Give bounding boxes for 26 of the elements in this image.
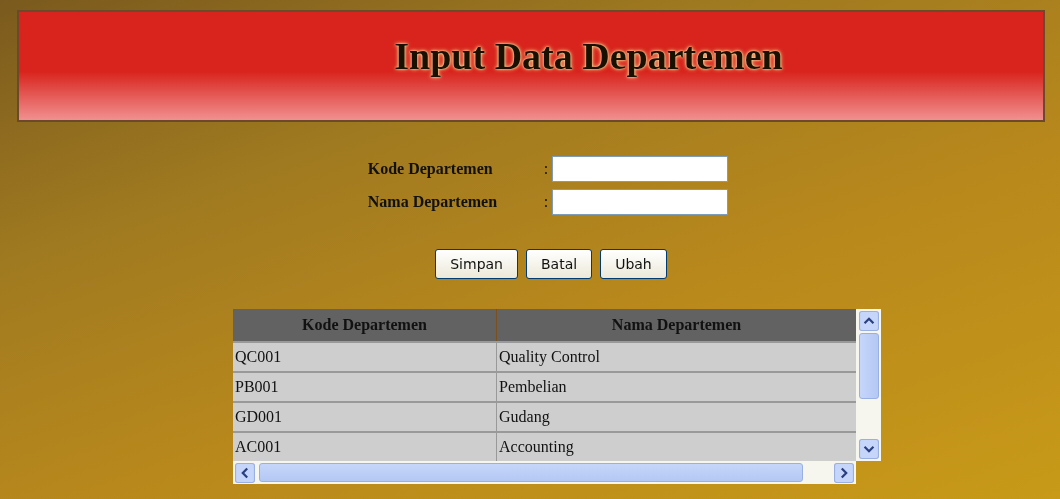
table-cell: Quality Control <box>496 342 856 372</box>
horizontal-scrollbar[interactable] <box>233 461 856 484</box>
form-button[interactable]: Simpan <box>435 249 518 279</box>
page-title: Input Data Departemen <box>394 34 783 78</box>
scroll-thumb[interactable] <box>259 463 803 482</box>
scroll-down-icon[interactable] <box>858 439 879 459</box>
colon-separator: : <box>543 160 549 178</box>
table-cell: PB001 <box>233 372 497 402</box>
table-cell: QC001 <box>233 342 497 372</box>
field-label: Nama Departemen <box>367 193 499 211</box>
field-label: Kode Departemen <box>367 160 494 178</box>
form-button[interactable]: Ubah <box>600 249 667 279</box>
input-field[interactable] <box>552 189 729 215</box>
table-cell: Gudang <box>496 402 856 432</box>
table-cell: GD001 <box>233 402 497 432</box>
input-field[interactable] <box>552 156 729 182</box>
column-header: Nama Departemen <box>496 309 856 342</box>
vertical-scrollbar[interactable] <box>856 309 881 461</box>
scroll-up-icon[interactable] <box>858 311 879 331</box>
table-cell: Pembelian <box>496 372 856 402</box>
scroll-right-icon[interactable] <box>834 462 854 483</box>
form-button[interactable]: Batal <box>526 249 593 279</box>
column-header: Kode Departemen <box>233 309 497 342</box>
colon-separator: : <box>543 193 549 211</box>
scroll-thumb[interactable] <box>858 333 879 399</box>
scroll-left-icon[interactable] <box>235 462 255 483</box>
